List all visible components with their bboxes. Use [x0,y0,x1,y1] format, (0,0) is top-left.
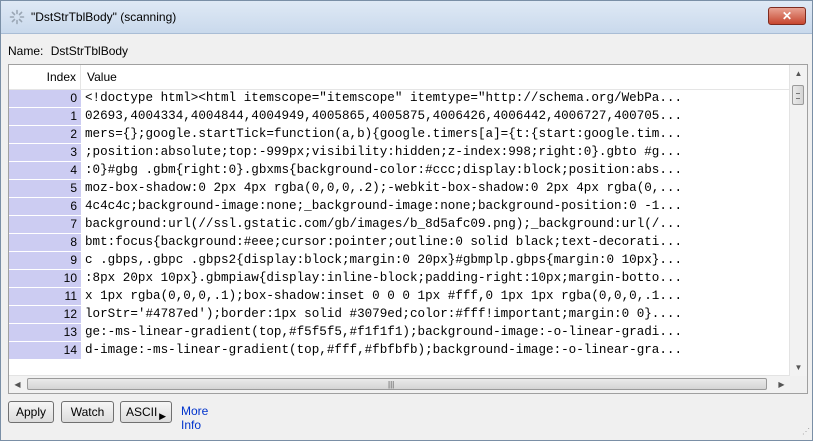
row-index: 8 [9,234,81,251]
row-index: 12 [9,306,81,323]
table-row[interactable]: 0 <!doctype html><html itemscope="itemsco… [9,90,790,108]
table-row[interactable]: 8 bmt:focus{background:#eee;cursor:pointe… [9,234,790,252]
title-bar[interactable]: "DstStrTblBody" (scanning) ✕ [1,1,812,34]
table-row[interactable]: 2 mers={};google.startTick=function(a,b){… [9,126,790,144]
row-value[interactable]: :0}#gbg .gbm{right:0}.gbxms{background-c… [85,162,790,180]
row-value[interactable]: <!doctype html><html itemscope="itemscop… [85,90,790,108]
scroll-right-icon[interactable]: ▶ [773,376,790,393]
list-header: Index Value [9,65,790,90]
table-row[interactable]: 5 moz-box-shadow:0 2px 4px rgba(0,0,0,.2)… [9,180,790,198]
grip-icon: ||| [388,380,395,389]
scroll-down-icon[interactable]: ▼ [790,359,807,376]
row-value[interactable]: :8px 20px 10px}.gbmpiaw{display:inline-b… [85,270,790,288]
row-value[interactable]: background:url(//ssl.gstatic.com/gb/imag… [85,216,790,234]
table-row[interactable]: 3 ;position:absolute;top:-999px;visibilit… [9,144,790,162]
row-index: 10 [9,270,81,287]
row-value[interactable]: moz-box-shadow:0 2px 4px rgba(0,0,0,.2);… [85,180,790,198]
table-row[interactable]: 10:8px 20px 10px}.gbmpiaw{display:inline… [9,270,790,288]
row-value[interactable]: d-image:-ms-linear-gradient(top,#fff,#fb… [85,342,790,360]
vertical-scrollbar[interactable]: ▲ ▼ [789,65,807,376]
row-value[interactable]: mers={};google.startTick=function(a,b){g… [85,126,790,144]
row-index: 7 [9,216,81,233]
column-header-index[interactable]: Index [9,65,81,89]
dialog-window: "DstStrTblBody" (scanning) ✕ Name: DstSt… [0,0,813,441]
scrollbar-corner [790,376,807,393]
row-value[interactable]: c .gbps,.gbpc .gbps2{display:block;margi… [85,252,790,270]
row-index: 11 [9,288,81,305]
apply-button[interactable]: Apply [8,401,54,423]
row-index: 13 [9,324,81,341]
close-button[interactable]: ✕ [768,7,806,25]
scroll-up-icon[interactable]: ▲ [790,65,807,82]
scanning-spinner-icon [9,9,25,25]
list-rows: 0 <!doctype html><html itemscope="itemsco… [9,90,790,360]
row-index: 6 [9,198,81,215]
more-info-link[interactable]: More Info [181,404,208,432]
vertical-scroll-thumb[interactable] [792,85,804,105]
watch-button[interactable]: Watch [61,401,114,423]
table-row[interactable]: 1 02693,4004334,4004844,4004949,4005865,4… [9,108,790,126]
row-value[interactable]: lorStr='#4787ed');border:1px solid #3079… [85,306,790,324]
table-row[interactable]: 11 x 1px rgba(0,0,0,.1);box-shadow:inset … [9,288,790,306]
string-table-list[interactable]: Index Value 0 <!doctype html><html itemsc… [8,64,808,394]
row-value[interactable]: 02693,4004334,4004844,4004949,4005865,40… [85,108,790,126]
row-index: 4 [9,162,81,179]
table-row[interactable]: 4:0}#gbg .gbm{right:0}.gbxms{background-… [9,162,790,180]
ascii-dropdown-button[interactable]: ASCII ▶ [120,401,172,423]
table-row[interactable]: 14 d-image:-ms-linear-gradient(top,#fff,#… [9,342,790,360]
table-row[interactable]: 12 lorStr='#4787ed');border:1px solid #30… [9,306,790,324]
column-header-value[interactable]: Value [87,65,117,89]
table-row[interactable]: 9c .gbps,.gbpc .gbps2{display:block;marg… [9,252,790,270]
table-row[interactable]: 13 ge:-ms-linear-gradient(top,#f5f5f5,#f1… [9,324,790,342]
name-row: Name: DstStrTblBody [8,44,128,58]
row-index: 9 [9,252,81,269]
row-index: 14 [9,342,81,359]
row-index: 1 [9,108,81,125]
name-value: DstStrTblBody [50,44,129,58]
horizontal-scroll-thumb[interactable]: ||| [27,378,767,390]
row-value[interactable]: 4c4c4c;background-image:none;_background… [85,198,790,216]
ascii-label: ASCII [126,405,158,419]
table-row[interactable]: 6 4c4c4c;background-image:none;_backgroun… [9,198,790,216]
window-title: "DstStrTblBody" (scanning) [31,10,177,24]
table-row[interactable]: 7 background:url(//ssl.gstatic.com/gb/ima… [9,216,790,234]
horizontal-scrollbar[interactable]: ◀ ||| ▶ [9,375,790,393]
row-index: 0 [9,90,81,107]
row-index: 2 [9,126,81,143]
row-value[interactable]: ge:-ms-linear-gradient(top,#f5f5f5,#f1f1… [85,324,790,342]
triangle-right-icon: ▶ [159,411,166,421]
dialog-content: Name: DstStrTblBody Index Value 0 <!docty… [1,34,812,440]
row-value[interactable]: bmt:focus{background:#eee;cursor:pointer… [85,234,790,252]
close-icon: ✕ [781,9,793,23]
name-label: Name: [8,44,44,58]
scroll-left-icon[interactable]: ◀ [9,376,26,393]
row-index: 5 [9,180,81,197]
row-value[interactable]: ;position:absolute;top:-999px;visibility… [85,144,790,162]
resize-grip-icon[interactable]: ⋰ [798,426,810,438]
row-index: 3 [9,144,81,161]
row-value[interactable]: x 1px rgba(0,0,0,.1);box-shadow:inset 0 … [85,288,790,306]
